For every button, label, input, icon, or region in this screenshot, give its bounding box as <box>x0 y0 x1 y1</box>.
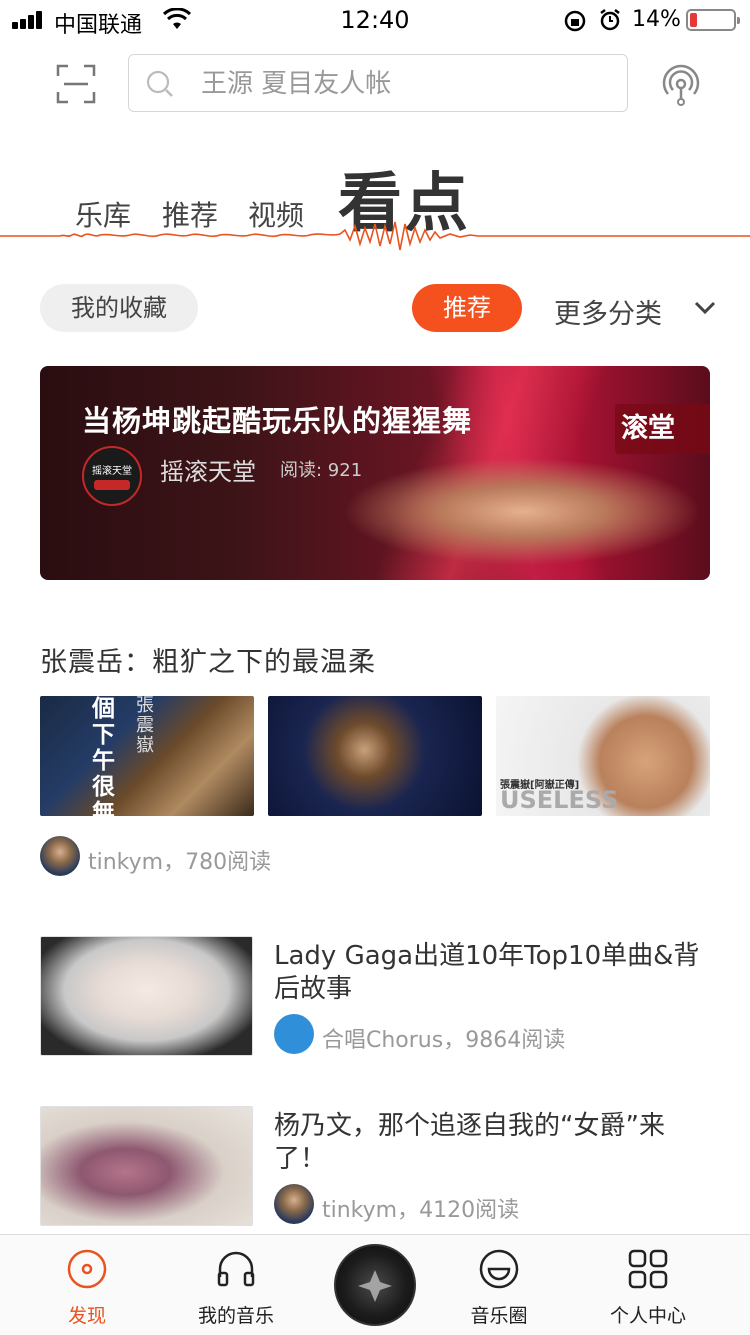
more-categories-button[interactable]: 更多分类 <box>554 292 662 331</box>
smile-icon <box>479 1249 519 1289</box>
battery-icon <box>686 9 740 31</box>
tabbar-music-circle[interactable]: 音乐圈 <box>424 1235 574 1335</box>
list-item-thumbnail[interactable] <box>40 1106 253 1226</box>
tabbar-discover[interactable]: 发现 <box>12 1235 162 1335</box>
section-title[interactable]: 张震岳：粗犷之下的最温柔 <box>40 640 376 679</box>
tabbar-profile[interactable]: 个人中心 <box>573 1235 723 1335</box>
banner-badge: 滚堂 <box>615 404 710 454</box>
article-thumbnail[interactable]: 張震嶽[阿嶽正傳] USELESS <box>496 696 710 816</box>
search-input[interactable] <box>199 63 603 105</box>
tabbar-label: 发现 <box>67 1305 106 1327</box>
list-item-meta: 合唱Chorus，9864阅读 <box>322 1028 566 1053</box>
more-categories-label: 更多分类 <box>554 299 662 330</box>
alarm-icon <box>600 9 620 31</box>
banner-author[interactable]: 摇滚天堂 <box>160 452 256 487</box>
album-art-icon <box>358 1270 392 1302</box>
lock-rotation-icon <box>564 10 586 32</box>
radio-icon[interactable] <box>658 62 704 108</box>
tabbar-label: 我的音乐 <box>197 1305 274 1327</box>
disc-icon <box>67 1249 107 1289</box>
scan-icon[interactable] <box>56 64 96 104</box>
status-bar: 中国联通 12:40 14% <box>0 0 750 40</box>
search-box[interactable] <box>128 54 628 112</box>
avatar[interactable] <box>274 1184 314 1224</box>
banner-author-avatar[interactable]: 摇滚天堂 <box>82 446 142 506</box>
tabbar-label: 个人中心 <box>609 1305 686 1327</box>
now-playing-disc[interactable] <box>334 1244 416 1326</box>
thumbnail-side-text: 張震嶽 <box>136 696 154 756</box>
article-meta: tinkym，780阅读 <box>88 850 272 875</box>
featured-banner[interactable]: 滚堂 当杨坤跳起酷玩乐队的猩猩舞 摇滚天堂 摇滚天堂 阅读: 921 <box>40 366 710 580</box>
avatar[interactable] <box>274 1014 314 1054</box>
battery-percent: 14% <box>632 7 681 32</box>
tabbar-my-music[interactable]: 我的音乐 <box>161 1235 311 1335</box>
list-item-title[interactable]: Lady Gaga出道10年Top10单曲&背后故事 <box>274 940 714 1006</box>
list-item-title[interactable]: 杨乃文，那个追逐自我的“女爵”来了！ <box>274 1110 714 1176</box>
search-icon <box>146 70 173 97</box>
thumbnail-text: 個下午很無聊 <box>92 696 115 816</box>
article-thumbnail[interactable] <box>268 696 482 816</box>
banner-reads: 阅读: 921 <box>280 460 363 481</box>
thumbnail-text: USELESS <box>500 786 619 814</box>
article-thumbnail[interactable]: 個下午很無聊 張震嶽 <box>40 696 254 816</box>
list-item-meta: tinkym，4120阅读 <box>322 1198 520 1223</box>
recommended-chip[interactable]: 推荐 <box>412 284 522 332</box>
avatar[interactable] <box>40 836 80 876</box>
favorites-chip[interactable]: 我的收藏 <box>40 284 198 332</box>
banner-title: 当杨坤跳起酷玩乐队的猩猩舞 <box>82 404 473 438</box>
headphones-icon <box>217 1251 255 1287</box>
tab-wave-indicator <box>0 221 750 251</box>
chevron-down-icon[interactable] <box>694 300 716 316</box>
grid-icon <box>628 1249 668 1289</box>
tabbar-label: 音乐圈 <box>470 1305 528 1327</box>
list-item-thumbnail[interactable] <box>40 936 253 1056</box>
